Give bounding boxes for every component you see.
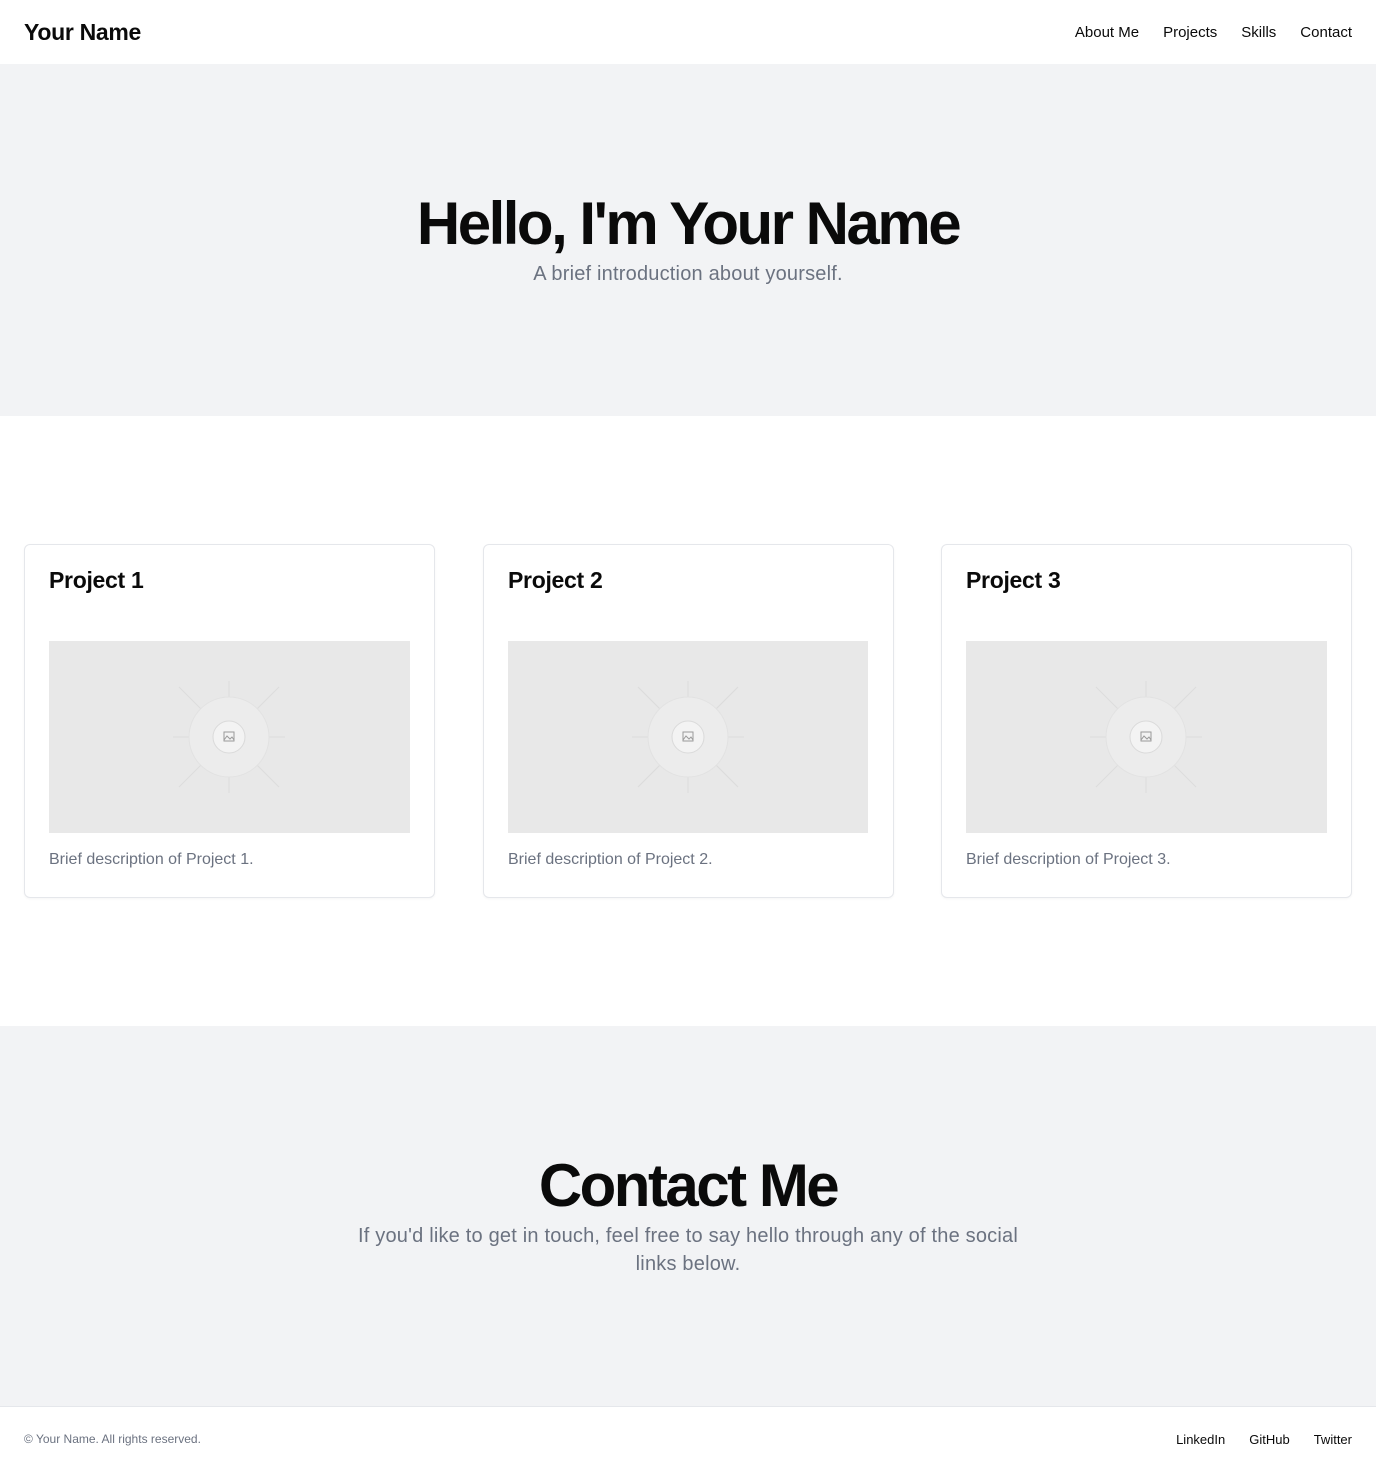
hero-subtitle: A brief introduction about yourself. <box>533 263 843 285</box>
image-placeholder-icon <box>1090 681 1202 793</box>
project-description: Brief description of Project 3. <box>966 851 1171 868</box>
project-card: Project 1 Brief description of Project 1… <box>24 544 435 898</box>
project-card: Project 2 Brief description of Project 2… <box>483 544 894 898</box>
hero-section: Hello, I'm Your Name A brief introductio… <box>0 64 1376 416</box>
contact-text: If you'd like to get in touch, feel free… <box>357 1225 1018 1275</box>
nav-about-me[interactable]: About Me <box>1075 24 1139 41</box>
copyright-text: © Your Name. All rights reserved. <box>24 1432 201 1446</box>
social-linkedin[interactable]: LinkedIn <box>1176 1432 1225 1447</box>
project-image <box>508 641 868 833</box>
projects-section: Project 1 Brief description of Project 1… <box>0 416 1376 1026</box>
project-title: Project 1 <box>49 567 144 593</box>
project-card: Project 3 Brief description of Project 3… <box>941 544 1352 898</box>
contact-title: Contact Me <box>538 1152 840 1219</box>
project-description: Brief description of Project 2. <box>508 851 713 868</box>
image-placeholder-icon <box>173 681 285 793</box>
image-placeholder-icon <box>632 681 744 793</box>
contact-section: Contact Me If you'd like to get in touch… <box>0 1026 1376 1406</box>
project-image <box>966 641 1327 833</box>
main-nav: About Me Projects Skills Contact <box>1075 24 1352 41</box>
site-footer: © Your Name. All rights reserved. Linked… <box>0 1406 1376 1471</box>
nav-projects[interactable]: Projects <box>1163 24 1217 41</box>
nav-contact[interactable]: Contact <box>1300 24 1352 41</box>
hero-title: Hello, I'm Your Name <box>416 190 962 257</box>
nav-skills[interactable]: Skills <box>1241 24 1276 41</box>
project-description: Brief description of Project 1. <box>49 851 254 868</box>
social-links: LinkedIn GitHub Twitter <box>1176 1432 1352 1447</box>
project-image <box>49 641 410 833</box>
social-github[interactable]: GitHub <box>1249 1432 1289 1447</box>
project-title: Project 2 <box>508 567 603 593</box>
site-header: Your Name About Me Projects Skills Conta… <box>0 0 1376 64</box>
brand-logo[interactable]: Your Name <box>24 19 141 46</box>
social-twitter[interactable]: Twitter <box>1314 1432 1352 1447</box>
project-title: Project 3 <box>966 567 1061 593</box>
